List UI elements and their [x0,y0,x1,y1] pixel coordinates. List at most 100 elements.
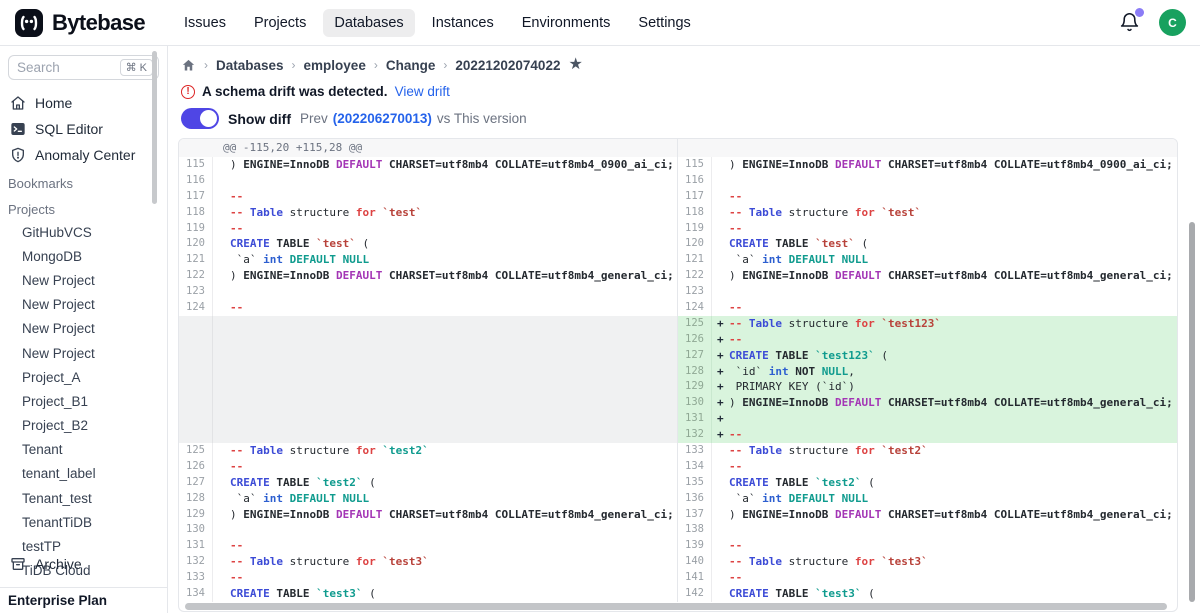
star-icon[interactable]: ★ [568,57,582,73]
sidebar-item-archive[interactable]: Archive [0,551,167,577]
notification-bell-icon[interactable] [1119,12,1141,34]
line-number: 121 [179,252,213,268]
sidebar-project-item[interactable]: tenant_label [0,462,167,486]
line-marker [218,491,230,507]
line-marker [218,554,230,570]
show-diff-toggle[interactable] [181,108,219,129]
breadcrumb-item[interactable]: employee [304,58,366,73]
sidebar-project-item[interactable]: Project_B2 [0,414,167,438]
line-code: ) ENGINE=InnoDB DEFAULT CHARSET=utf8mb4 … [712,157,1173,173]
sidebar-project-item[interactable]: Tenant_test [0,486,167,510]
nav-item-databases[interactable]: Databases [323,9,414,37]
line-code: +-- Table structure for `test123` [712,316,941,332]
sidebar-section-projects[interactable]: Projects [0,194,167,220]
sidebar-item-sql-editor[interactable]: SQL Editor [0,116,167,142]
diff-gap-row [179,427,677,443]
main-nav: IssuesProjectsDatabasesInstancesEnvironm… [173,9,702,37]
prev-label: Prev [300,111,328,126]
chevron-right-icon: › [374,58,378,72]
page-vertical-scrollbar[interactable] [1189,222,1195,602]
line-code: -- [213,538,243,554]
breadcrumb-item[interactable]: 20221202074022 [455,58,560,73]
diff-line: 130 [179,522,677,538]
line-number [179,395,213,411]
home-icon [10,95,26,111]
line-code: -- [712,300,742,316]
diff-hunk-header-right [678,139,1177,157]
line-code [712,284,729,300]
line-code: ) ENGINE=InnoDB DEFAULT CHARSET=utf8mb4 … [213,157,674,173]
chevron-right-icon: › [292,58,296,72]
diff-line: 125+-- Table structure for `test123` [678,316,1177,332]
line-code: +CREATE TABLE `test123` ( [712,348,888,364]
sidebar-project-item[interactable]: MongoDB [0,244,167,268]
diff-line: 115 ) ENGINE=InnoDB DEFAULT CHARSET=utf8… [179,157,677,173]
line-number: 120 [678,236,712,252]
line-code: +-- [712,332,742,348]
search-input[interactable] [17,60,107,75]
diff-line: 140 -- Table structure for `test3` [678,554,1177,570]
breadcrumb-item[interactable]: Databases [216,58,284,73]
nav-item-instances[interactable]: Instances [421,9,505,37]
line-number: 131 [678,411,712,427]
sidebar-project-item[interactable]: New Project [0,317,167,341]
sidebar-project-item[interactable]: Project_B1 [0,389,167,413]
diff-line: 129+ PRIMARY KEY (`id`) [678,379,1177,395]
sidebar-project-item[interactable]: New Project [0,268,167,292]
diff-horizontal-scrollbar[interactable] [185,603,1167,610]
nav-item-issues[interactable]: Issues [173,9,237,37]
sidebar-project-item[interactable]: New Project [0,341,167,365]
sidebar-item-home[interactable]: Home [0,90,167,116]
main-content: ›Databases›employee›Change›2022120207402… [168,46,1200,613]
sidebar-project-item[interactable]: Tenant [0,438,167,462]
line-marker [218,522,230,538]
app-window: Bytebase IssuesProjectsDatabasesInstance… [0,0,1200,613]
sidebar-project-item[interactable]: GitHubVCS [0,220,167,244]
line-code: +) ENGINE=InnoDB DEFAULT CHARSET=utf8mb4… [712,395,1173,411]
prev-version-link[interactable]: (202206270013) [333,111,432,126]
line-marker [717,221,729,237]
line-marker [717,252,729,268]
line-code: `a` int DEFAULT NULL [213,252,369,268]
line-marker [717,554,729,570]
nav-item-environments[interactable]: Environments [511,9,622,37]
view-drift-link[interactable]: View drift [395,84,450,99]
line-marker [717,443,729,459]
line-number: 115 [179,157,213,173]
avatar[interactable]: C [1159,9,1186,36]
line-number: 141 [678,570,712,586]
line-code: -- Table structure for `test2` [213,443,429,459]
sidebar-scrollbar[interactable] [152,51,157,204]
sidebar-section-bookmarks[interactable]: Bookmarks [0,168,167,194]
line-marker [218,300,230,316]
sidebar-project-item[interactable]: TenantTiDB [0,510,167,534]
sidebar-archive-row: Archive [0,551,167,577]
line-marker [717,173,729,189]
diff-line: 138 [678,522,1177,538]
line-marker [218,475,230,491]
diff-line: 137 ) ENGINE=InnoDB DEFAULT CHARSET=utf8… [678,507,1177,523]
sidebar-item-anomaly-center[interactable]: Anomaly Center [0,142,167,168]
line-number: 140 [678,554,712,570]
line-code: -- [213,221,243,237]
line-code: ) ENGINE=InnoDB DEFAULT CHARSET=utf8mb4 … [213,507,674,523]
diff-line: 141 -- [678,570,1177,586]
line-code: -- [213,300,243,316]
top-nav: Bytebase IssuesProjectsDatabasesInstance… [0,0,1200,46]
search-box[interactable]: ⌘ K [8,55,159,80]
nav-item-projects[interactable]: Projects [243,9,317,37]
sidebar-project-item[interactable]: Project_A [0,365,167,389]
line-code: ) ENGINE=InnoDB DEFAULT CHARSET=utf8mb4 … [712,507,1173,523]
line-code [213,173,230,189]
line-marker [717,538,729,554]
line-number: 129 [179,507,213,523]
bytebase-logo[interactable]: Bytebase [14,8,145,38]
sidebar-project-item[interactable]: New Project [0,293,167,317]
sidebar: ⌘ K Home SQL Editor Anomaly Center Bookm… [0,46,168,613]
breadcrumb-item[interactable]: Change [386,58,436,73]
breadcrumb-home-icon[interactable] [181,58,196,73]
line-code: CREATE TABLE `test` ( [712,236,868,252]
line-marker [218,221,230,237]
nav-item-settings[interactable]: Settings [627,9,701,37]
line-number: 123 [678,284,712,300]
